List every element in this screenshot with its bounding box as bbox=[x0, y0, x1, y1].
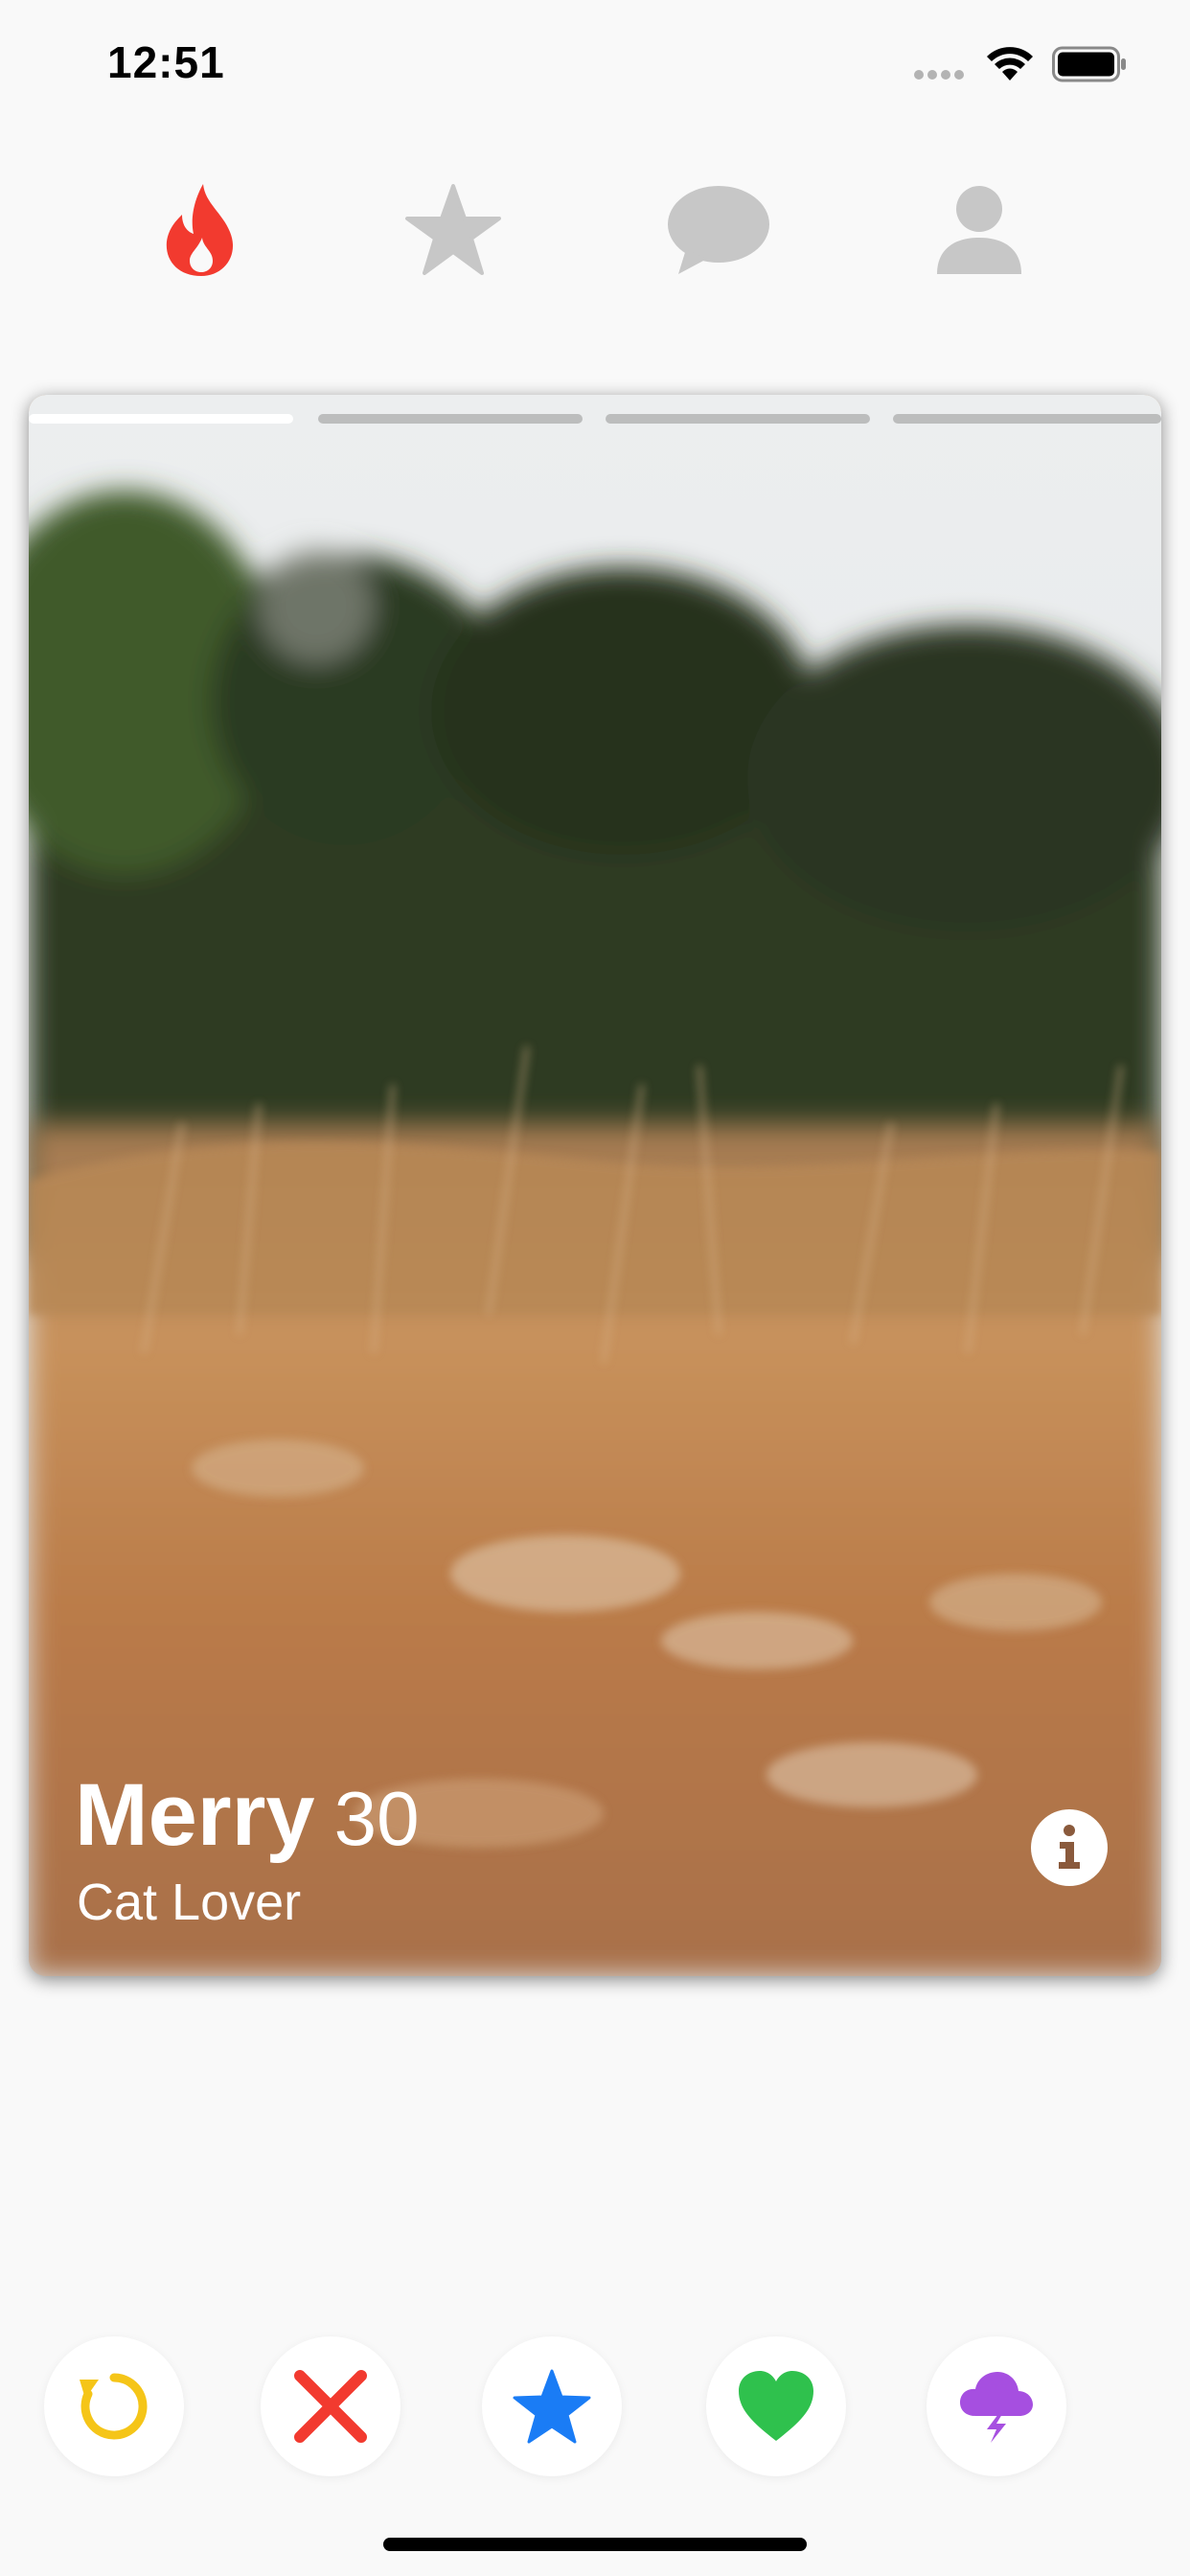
chat-bubble-icon bbox=[668, 186, 769, 274]
nav-messages-button[interactable] bbox=[661, 172, 776, 288]
profile-bio: Cat Lover bbox=[77, 1874, 302, 1931]
photo-progress-indicator bbox=[29, 414, 1161, 424]
photo-progress-segment bbox=[318, 414, 583, 424]
cellular-signal-icon bbox=[914, 70, 964, 80]
nope-button[interactable] bbox=[261, 2336, 400, 2476]
rewind-button[interactable] bbox=[44, 2336, 184, 2476]
info-icon bbox=[1059, 1825, 1080, 1869]
nav-discover-button[interactable] bbox=[144, 172, 259, 288]
star-icon bbox=[405, 184, 501, 275]
wifi-icon bbox=[987, 47, 1033, 80]
action-bar bbox=[0, 2336, 1190, 2480]
photo-progress-segment bbox=[606, 414, 870, 424]
star-icon bbox=[513, 2369, 591, 2444]
heart-icon bbox=[739, 2371, 813, 2441]
like-button[interactable] bbox=[706, 2336, 846, 2476]
boost-button[interactable] bbox=[927, 2336, 1066, 2476]
profile-age: 30 bbox=[333, 1776, 420, 1861]
card-name-row: Merry 30 bbox=[75, 1765, 420, 1866]
photo-progress-segment bbox=[893, 414, 1161, 424]
profile-name: Merry bbox=[75, 1766, 315, 1864]
super-like-button[interactable] bbox=[482, 2336, 622, 2476]
home-indicator bbox=[383, 2538, 807, 2551]
rewind-icon bbox=[80, 2373, 148, 2440]
battery-icon bbox=[1052, 46, 1126, 82]
profile-card[interactable]: Merry 30 Cat Lover bbox=[29, 395, 1161, 1976]
x-icon bbox=[294, 2370, 367, 2443]
nav-top-picks-button[interactable] bbox=[396, 172, 511, 288]
nav-profile-button[interactable] bbox=[922, 172, 1037, 288]
flame-icon bbox=[166, 184, 234, 276]
info-button[interactable] bbox=[1031, 1809, 1108, 1886]
photo-progress-segment bbox=[29, 414, 293, 424]
profile-photo bbox=[29, 395, 1161, 1976]
top-navigation bbox=[0, 172, 1190, 288]
status-bar: 12:51 bbox=[0, 0, 1190, 126]
person-icon bbox=[937, 186, 1021, 274]
storm-cloud-icon bbox=[960, 2372, 1033, 2443]
status-time: 12:51 bbox=[107, 37, 225, 87]
